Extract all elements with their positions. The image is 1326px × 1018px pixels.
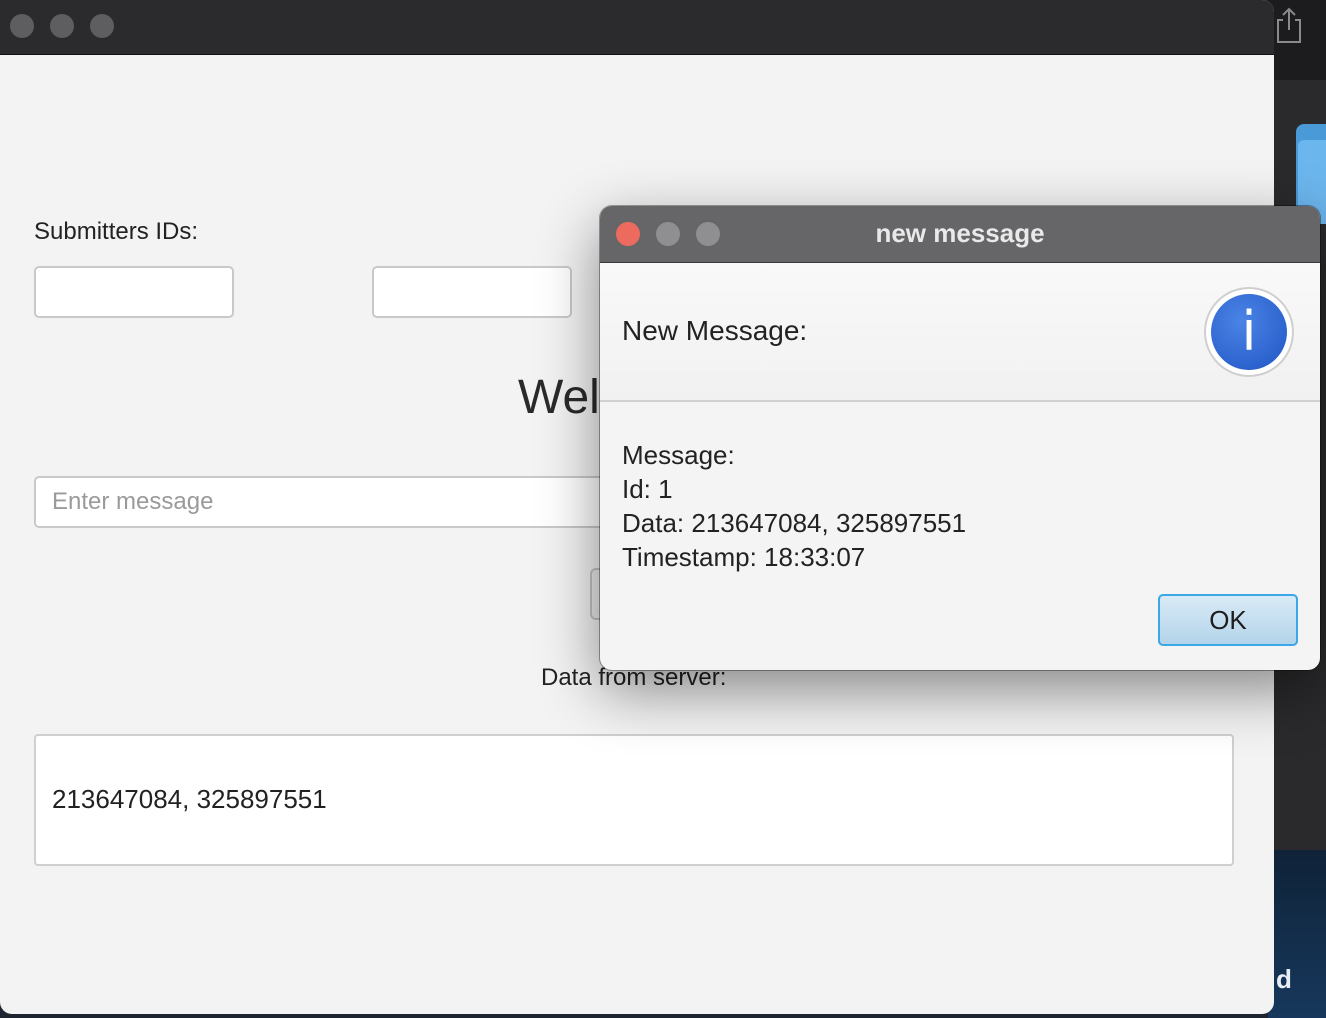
info-glyph: i	[1211, 294, 1287, 370]
submitter-id-input-2[interactable]	[374, 268, 570, 316]
submitter-id-field-1[interactable]	[34, 266, 234, 318]
message-timestamp-line: Timestamp: 18:33:07	[622, 542, 866, 572]
welcome-heading: Wel	[518, 371, 600, 424]
dialog-header: New Message: i	[600, 263, 1320, 402]
server-data-box: 213647084, 325897551	[34, 734, 1234, 866]
share-icon[interactable]	[1274, 6, 1304, 44]
main-titlebar	[0, 0, 1274, 55]
dialog-header-text: New Message:	[622, 315, 808, 346]
server-data-text: 213647084, 325897551	[52, 784, 327, 814]
dialog-title: new message	[875, 218, 1045, 248]
ok-button[interactable]: OK	[1158, 594, 1298, 646]
message-label: Message:	[622, 440, 735, 470]
dialog-titlebar: new message	[600, 206, 1320, 263]
submitter-id-input-1[interactable]	[36, 268, 232, 316]
minimize-button[interactable]	[50, 14, 74, 38]
new-message-dialog: new message New Message: i Message: Id: …	[600, 206, 1320, 670]
submitter-id-field-2[interactable]	[372, 266, 572, 318]
submitters-label: Submitters IDs:	[34, 218, 199, 245]
message-id-line: Id: 1	[622, 474, 673, 504]
message-data-line: Data: 213647084, 325897551	[622, 508, 967, 538]
zoom-button[interactable]	[90, 14, 114, 38]
info-icon: i	[1206, 289, 1292, 375]
close-button[interactable]	[10, 14, 34, 38]
desktop-label: d	[1276, 964, 1292, 994]
